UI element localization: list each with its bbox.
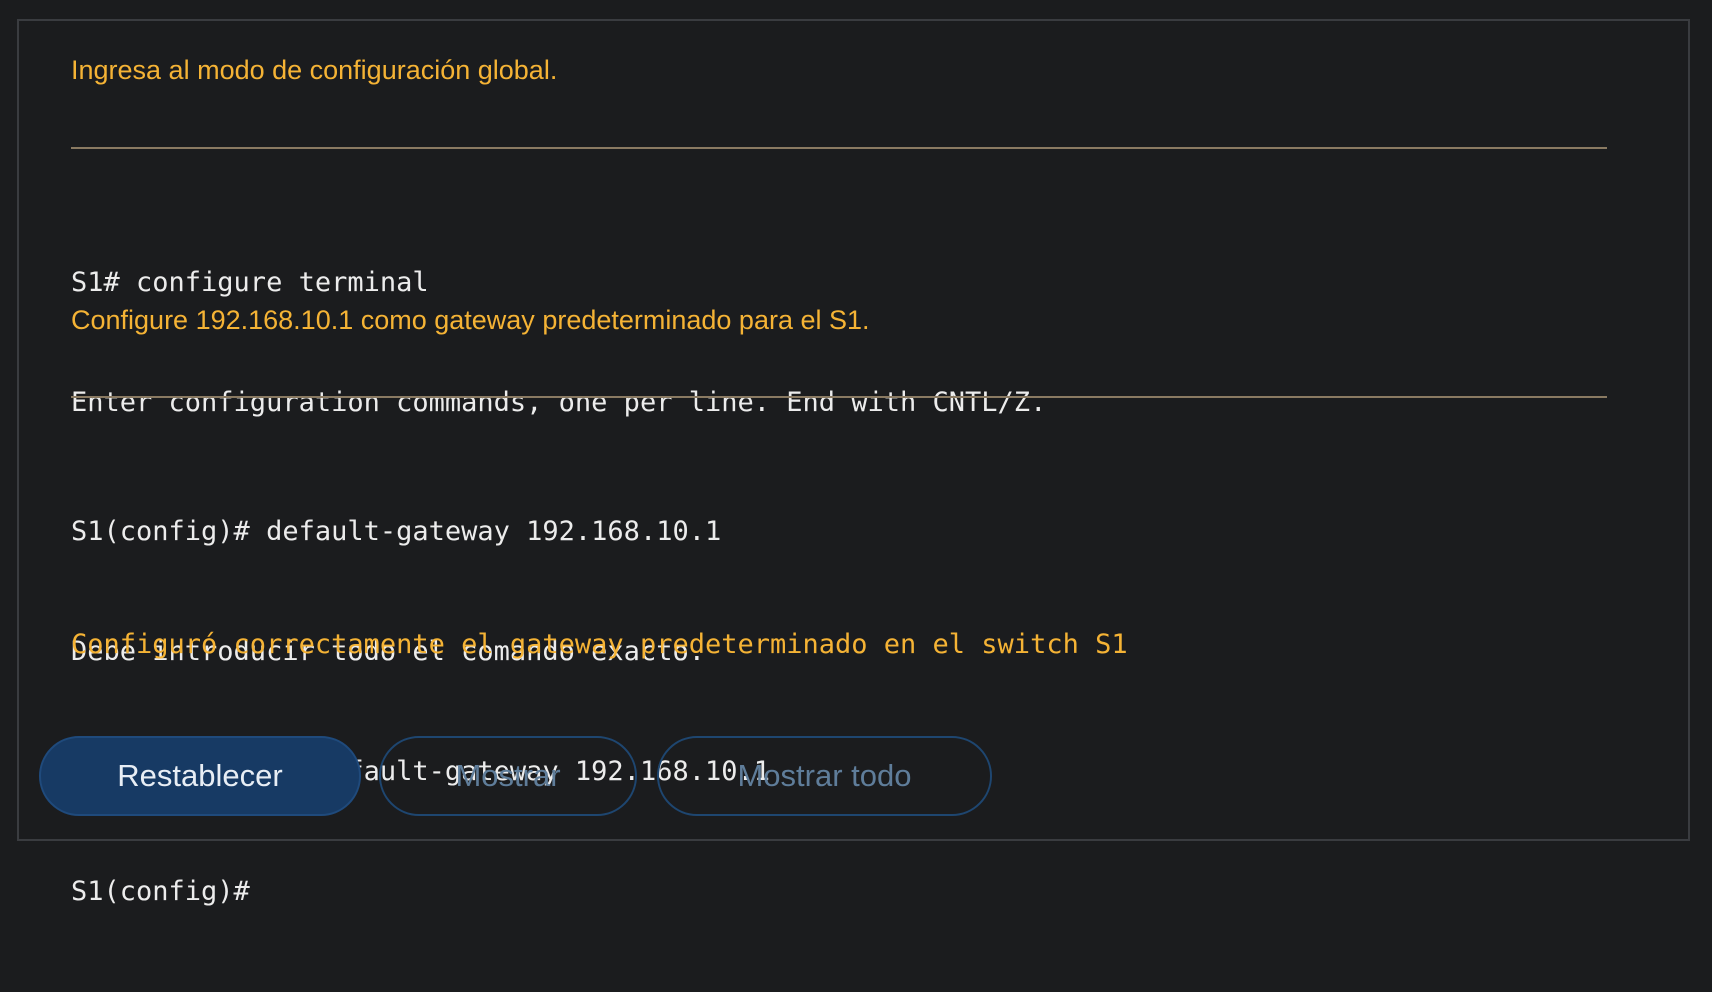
step-2-instruction: Configure 192.168.10.1 como gateway pred… (71, 305, 870, 335)
step-2-terminal-output: S1(config)# default-gateway 192.168.10.1… (71, 432, 770, 992)
show-all-button[interactable]: Mostrar todo (657, 736, 992, 816)
success-message: Configuró correctamente el gateway prede… (71, 629, 1128, 660)
step-1-instruction: Ingresa al modo de configuración global. (71, 55, 558, 85)
terminal-line: S1(config)# default-gateway 192.168.10.1 (71, 516, 722, 547)
terminal-line: S1# configure terminal (71, 267, 429, 298)
terminal-line: Enter configuration commands, one per li… (71, 387, 1047, 418)
activity-panel: Ingresa al modo de configuración global.… (17, 19, 1690, 907)
terminal-line: S1(config)# (71, 876, 250, 907)
step-1-divider (71, 147, 1607, 149)
reset-button[interactable]: Restablecer (39, 736, 361, 816)
step-2-divider (71, 396, 1607, 398)
show-button[interactable]: Mostrar (379, 736, 637, 816)
